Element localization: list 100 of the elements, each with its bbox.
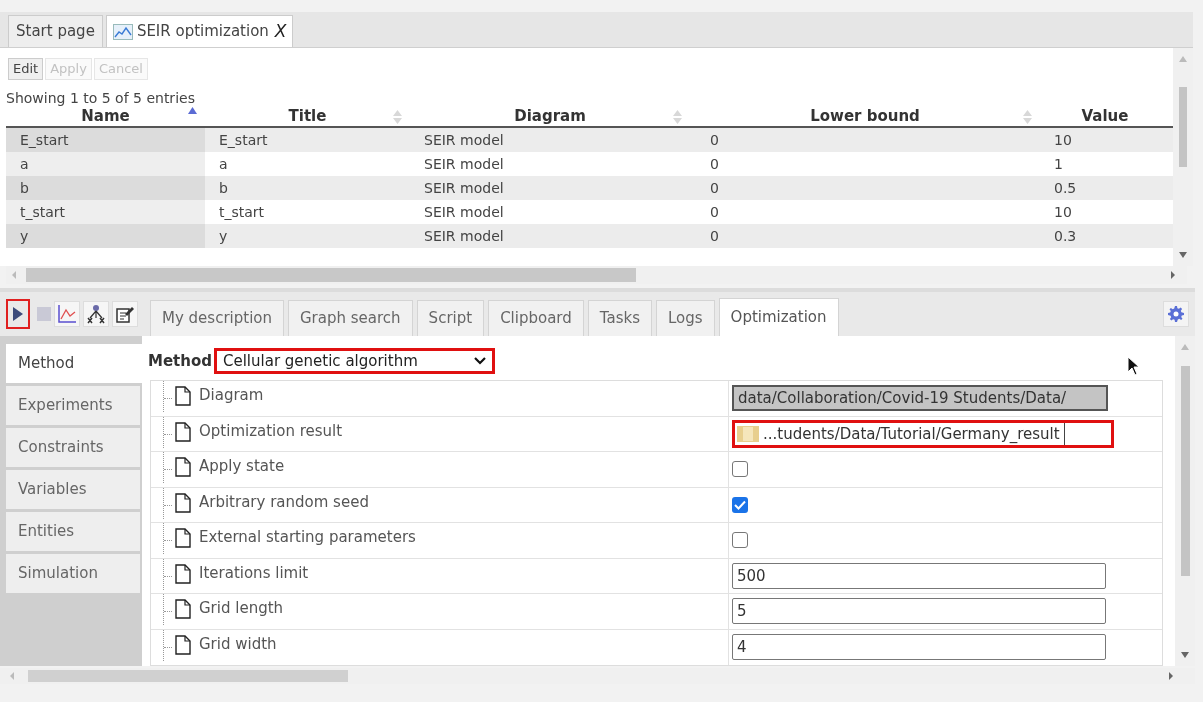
panel-tab[interactable]: Script — [416, 300, 485, 336]
scrollbar-thumb[interactable] — [28, 670, 348, 682]
table-cell-text: y — [218, 226, 229, 246]
column-header[interactable]: Lower bound — [810, 104, 920, 128]
scroll-down-icon[interactable] — [1181, 652, 1189, 658]
document-icon — [175, 563, 191, 584]
network-button[interactable] — [83, 301, 109, 327]
line-chart-icon — [57, 304, 77, 324]
settings-icon — [1168, 306, 1184, 322]
checkbox[interactable] — [732, 532, 748, 549]
side-tab[interactable]: Method — [6, 344, 142, 383]
table-cell-text: a — [218, 154, 229, 174]
table-cell: E_start — [6, 128, 205, 152]
folder-icon — [737, 424, 759, 443]
toolbar-button[interactable]: Edit — [8, 58, 44, 80]
scrollbar-thumb[interactable] — [26, 268, 636, 282]
property-label: Diagram — [199, 386, 264, 404]
table-cell: b — [6, 176, 205, 200]
side-tab[interactable]: Experiments — [6, 386, 140, 425]
panel-tab[interactable]: My description — [150, 300, 284, 336]
table-cell-text: b — [218, 178, 229, 198]
chevron-down-icon — [474, 357, 486, 365]
stop-button[interactable] — [37, 307, 51, 321]
clipboard-button[interactable] — [112, 301, 138, 327]
document-icon — [175, 457, 191, 477]
table-cell-text: 0 — [709, 154, 720, 174]
checkbox[interactable] — [732, 496, 748, 513]
chart-icon — [112, 23, 133, 40]
sort-icon[interactable] — [1023, 109, 1032, 125]
property-label: External starting parameters — [199, 528, 416, 546]
column-header[interactable]: Title — [288, 104, 327, 128]
checkbox[interactable] — [732, 461, 748, 478]
input-field[interactable]: 5 — [732, 598, 1106, 625]
input-field[interactable]: 500 — [732, 562, 1106, 589]
sort-icon[interactable] — [393, 109, 402, 125]
property-label: Optimization result — [199, 421, 343, 440]
run-button[interactable] — [6, 299, 30, 329]
input-field[interactable]: 4 — [732, 634, 1106, 661]
document-icon — [175, 492, 191, 513]
table-cell-text: E_start — [218, 130, 269, 150]
table-cell-text: 0 — [709, 178, 720, 198]
scrollbar-thumb[interactable] — [1180, 366, 1190, 576]
document-icon — [175, 528, 191, 548]
table-cell-text: 0.3 — [1053, 226, 1078, 246]
property-label: Apply state — [199, 457, 285, 475]
scroll-up-icon[interactable] — [1179, 56, 1187, 62]
side-tab[interactable]: Entities — [6, 512, 140, 551]
table-cell-text: 10 — [1053, 130, 1073, 150]
property-label: Arbitrary random seed — [199, 492, 369, 511]
table-cell-text: 1 — [1053, 154, 1064, 174]
property-label: Grid width — [199, 634, 277, 653]
play-icon — [13, 307, 23, 321]
panel-tab[interactable]: Tasks — [587, 300, 652, 336]
document-icon — [175, 634, 191, 655]
panel-tab[interactable]: Logs — [656, 300, 715, 336]
side-tab[interactable]: Constraints — [6, 428, 140, 467]
mouse-cursor-icon — [1127, 356, 1141, 376]
close-tab-button[interactable]: X — [274, 18, 287, 45]
table-cell-text: 0 — [709, 202, 720, 222]
panel-tab[interactable]: Clipboard — [488, 300, 584, 336]
clipboard-edit-icon — [116, 305, 134, 323]
side-tab[interactable]: Simulation — [6, 554, 140, 593]
network-icon — [86, 304, 106, 324]
document-icon — [175, 386, 191, 406]
side-tab[interactable]: Variables — [6, 470, 140, 509]
table-cell-text: SEIR model — [423, 178, 505, 198]
method-label: Method — [148, 350, 212, 372]
settings-button[interactable] — [1163, 301, 1189, 327]
table-cell-text: SEIR model — [423, 226, 505, 246]
file-path-field[interactable]: ...tudents/Data/Tutorial/Germany_result — [732, 419, 1114, 448]
column-header[interactable]: Diagram — [514, 104, 586, 128]
scroll-up-icon[interactable] — [1181, 344, 1189, 350]
table-cell-text: 0 — [709, 226, 720, 246]
table-cell: a — [6, 152, 205, 176]
entries-info: Showing 1 to 5 of 5 entries — [5, 89, 196, 106]
document-icon — [175, 599, 191, 619]
scrollbar-thumb[interactable] — [1179, 87, 1187, 167]
table-cell-text: t_start — [218, 202, 266, 222]
panel-tab[interactable]: Optimization — [718, 298, 839, 336]
column-header[interactable]: Value — [1081, 104, 1129, 128]
document-tab[interactable]: Start page — [8, 15, 103, 47]
path-field: data/Collaboration/Covid-19 Students/Data/ — [732, 385, 1108, 412]
table-cell-text: SEIR model — [423, 130, 505, 150]
property-label: Iterations limit — [199, 563, 309, 582]
table-cell-text: 0 — [709, 130, 720, 150]
table-cell: t_start — [6, 200, 205, 224]
sort-ascending-icon[interactable] — [188, 107, 197, 114]
document-icon — [175, 421, 191, 442]
table-cell: y — [6, 224, 205, 248]
method-dropdown[interactable]: Cellular genetic algorithm — [214, 348, 495, 374]
table-cell-text: 0.5 — [1053, 178, 1078, 198]
table-cell-text: 10 — [1053, 202, 1073, 222]
property-label: Grid length — [199, 599, 284, 617]
sort-icon[interactable] — [673, 109, 682, 125]
document-tab[interactable]: SEIR optimization X — [105, 15, 294, 47]
table-cell-text: SEIR model — [423, 202, 505, 222]
panel-tab[interactable]: Graph search — [288, 300, 413, 336]
column-header[interactable]: Name — [81, 104, 130, 128]
table-cell-text: SEIR model — [423, 154, 505, 174]
scroll-down-icon[interactable] — [1179, 252, 1187, 258]
